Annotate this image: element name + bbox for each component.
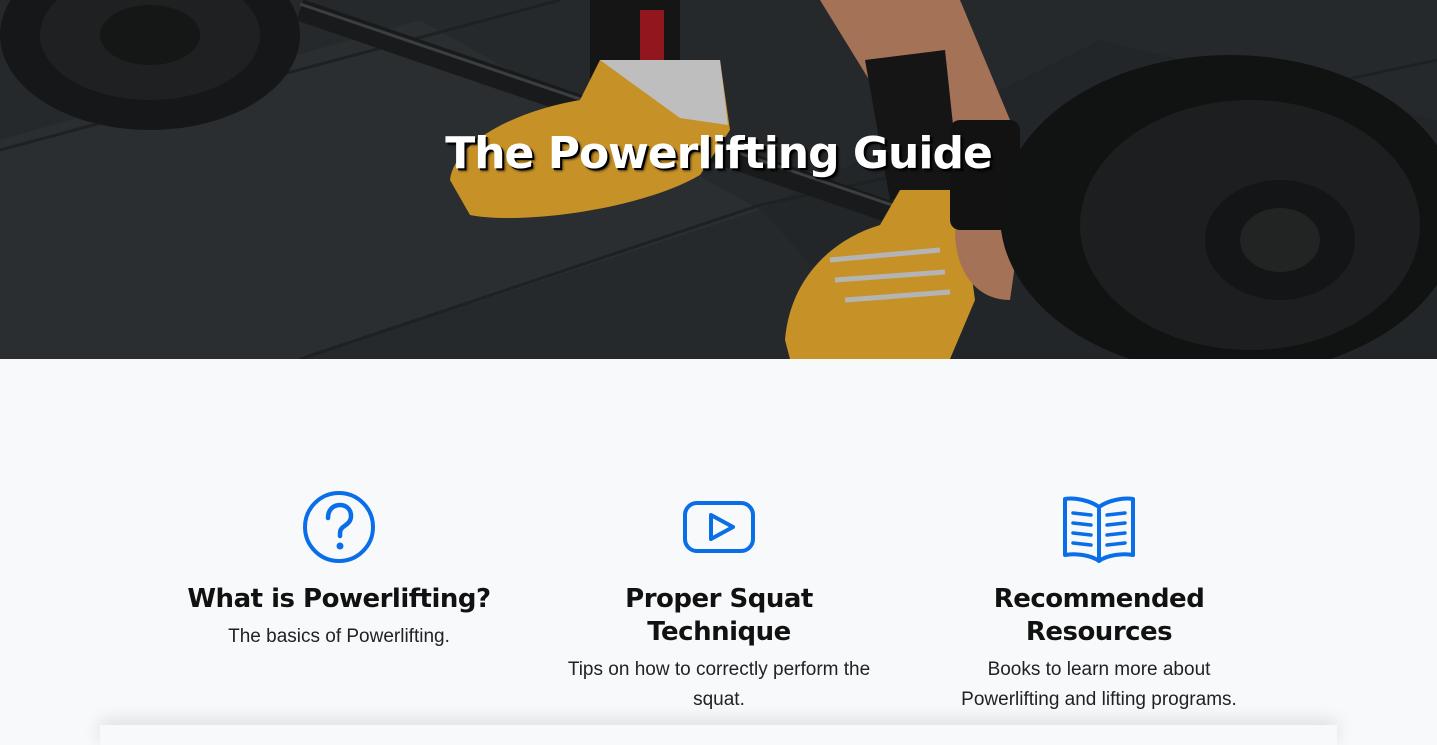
feature-description: Tips on how to correctly perform the squ… [567,659,871,710]
play-video-icon [683,501,755,553]
feature-title: What is Powerlifting? [187,584,491,614]
next-section-shadow [100,725,1337,745]
feature-description: Books to learn more about Powerlifting a… [961,659,1237,710]
page-title: The Powerlifting Guide [445,128,993,179]
open-book-icon [1063,496,1135,563]
question-circle-icon [303,491,375,563]
feature-title: Proper Squat Technique [625,584,813,647]
feature-title: Recommended Resources [993,584,1205,647]
feature-recommended-resources[interactable]: Recommended Resources Books to learn mor… [934,489,1264,715]
feature-what-is-powerlifting[interactable]: What is Powerlifting? The basics of Powe… [174,489,504,652]
feature-description: The basics of Powerlifting. [228,626,450,647]
hero-background-photo [0,0,1437,359]
feature-proper-squat-technique[interactable]: Proper Squat Technique Tips on how to co… [554,489,884,715]
hero-banner: The Powerlifting Guide [0,0,1437,359]
features-section: What is Powerlifting? The basics of Powe… [0,359,1437,725]
